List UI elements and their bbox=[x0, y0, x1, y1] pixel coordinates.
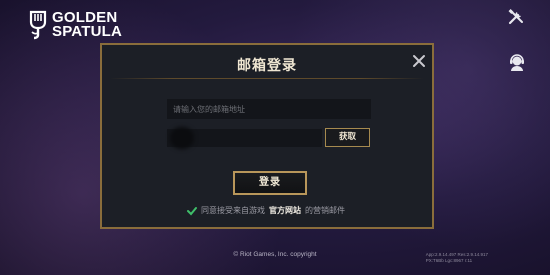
version-line-2: PX:T6Bb Lgc:8967 r:11 bbox=[425, 258, 473, 263]
coach-avatar-icon[interactable] bbox=[507, 53, 527, 73]
email-login-dialog: 邮箱登录 获取 登录 同意接受来自游戏官方网站的营销邮件 bbox=[100, 43, 434, 229]
close-icon[interactable] bbox=[412, 53, 426, 67]
email-input[interactable] bbox=[167, 99, 371, 119]
consent-suffix: 的营销邮件 bbox=[305, 206, 345, 215]
title-divider bbox=[110, 78, 424, 79]
redacted-blur bbox=[170, 127, 194, 149]
official-site-link[interactable]: 官方网站 bbox=[269, 205, 301, 216]
spatula-logo-icon bbox=[28, 10, 48, 40]
golden-spatula-logo: GOLDEN SPATULA bbox=[28, 8, 122, 42]
consent-prefix: 同意接受来自游戏 bbox=[201, 206, 265, 215]
marketing-consent: 同意接受来自游戏 官方网站 的营销邮件 bbox=[187, 205, 345, 216]
version-info: App:2.9.14.497 Res:2.9.14.917 PX:T6Bb Lg… bbox=[426, 252, 488, 264]
dialog-title: 邮箱登录 bbox=[237, 58, 297, 74]
logo-text-line2: SPATULA bbox=[52, 23, 123, 40]
get-code-button[interactable]: 获取 bbox=[325, 128, 370, 147]
checkmark-icon[interactable] bbox=[187, 206, 197, 216]
login-button[interactable]: 登录 bbox=[233, 171, 307, 195]
tools-icon[interactable] bbox=[506, 7, 526, 27]
